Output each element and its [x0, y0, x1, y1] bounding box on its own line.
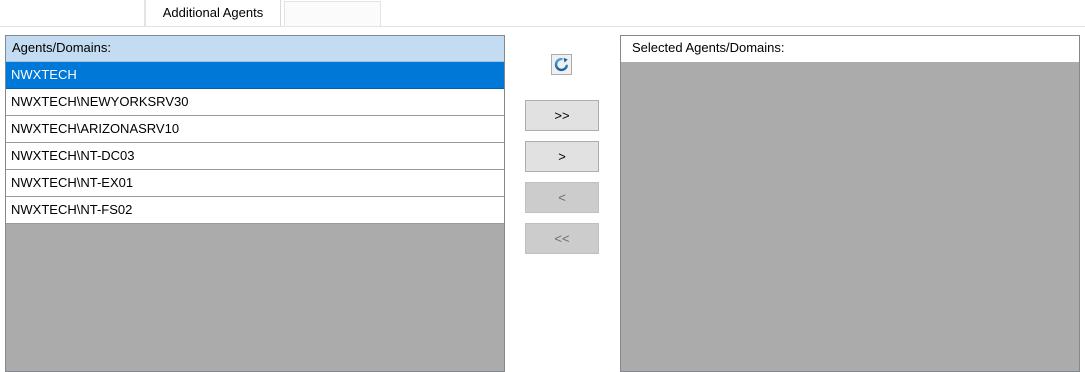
list-item[interactable]: NWXTECH\NEWYORKSRV30	[6, 89, 504, 116]
tab-previous[interactable]	[0, 0, 145, 26]
list-item[interactable]: NWXTECH\NT-FS02	[6, 197, 504, 224]
selected-agents-domains-header: Selected Agents/Domains:	[621, 36, 1079, 62]
add-button[interactable]: >	[525, 141, 599, 172]
tab-strip-divider	[0, 26, 1085, 27]
list-item[interactable]: NWXTECH\NT-EX01	[6, 170, 504, 197]
tab-additional-agents[interactable]: Additional Agents	[145, 0, 281, 27]
list-item[interactable]: NWXTECH\NT-DC03	[6, 143, 504, 170]
remove-all-button[interactable]: <<	[525, 223, 599, 254]
remove-button[interactable]: <	[525, 182, 599, 213]
agents-domains-list[interactable]: Agents/Domains: NWXTECH NWXTECH\NEWYORKS…	[5, 35, 505, 372]
list-item[interactable]: NWXTECH	[6, 62, 504, 89]
agents-domains-header: Agents/Domains:	[6, 36, 504, 62]
selected-agents-domains-list[interactable]: Selected Agents/Domains:	[620, 35, 1080, 372]
refresh-button[interactable]	[551, 54, 572, 75]
tab-strip: Additional Agents	[0, 0, 1085, 27]
add-all-button[interactable]: >>	[525, 100, 599, 131]
list-item[interactable]: NWXTECH\ARIZONASRV10	[6, 116, 504, 143]
refresh-icon	[554, 57, 568, 72]
tab-next[interactable]	[284, 1, 381, 26]
